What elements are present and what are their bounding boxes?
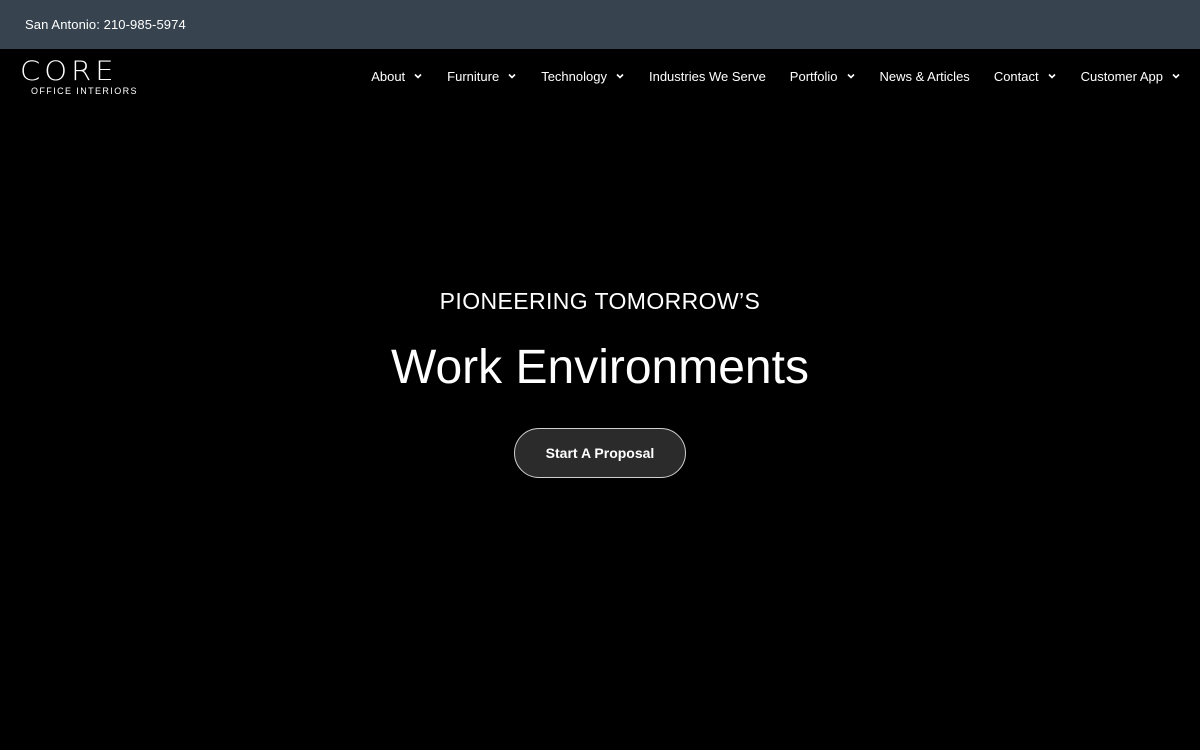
chevron-down-icon [507,71,517,81]
top-bar: San Antonio: 210-985-5974 [0,0,1200,49]
site-header: CORE OFFICE INTERIORS About Furniture Te… [0,49,1200,103]
nav-item-contact[interactable]: Contact [994,69,1057,84]
nav-item-label: Technology [541,68,607,84]
nav-item-furniture[interactable]: Furniture [447,69,517,84]
chevron-down-icon [1171,71,1181,81]
nav-item-label: News & Articles [879,68,970,84]
nav-item-customer-app[interactable]: Customer App [1081,69,1181,84]
chevron-down-icon [413,71,423,81]
chevron-down-icon [846,71,856,81]
nav-item-industries[interactable]: Industries We Serve [649,69,766,84]
site-logo[interactable]: CORE OFFICE INTERIORS [20,56,142,98]
chevron-down-icon [1047,71,1057,81]
nav-item-label: Industries We Serve [648,68,766,84]
chevron-down-icon [615,71,625,81]
nav-item-label: Portfolio [789,68,838,84]
nav-item-news[interactable]: News & Articles [880,69,970,84]
nav-item-portfolio[interactable]: Portfolio [790,69,856,84]
phone-number[interactable]: San Antonio: 210-985-5974 [25,17,186,32]
hero-kicker: PIONEERING TOMORROW’S [439,288,761,314]
main-nav: About Furniture Technology Industries We… [371,49,1181,103]
logo-wordmark: CORE [20,55,118,87]
nav-item-about[interactable]: About [371,69,423,84]
bottom-strip [0,730,1200,750]
logo-subtitle: OFFICE INTERIORS [31,86,138,96]
hero-section: PIONEERING TOMORROW’S Work Environments … [0,103,1200,730]
nav-item-technology[interactable]: Technology [541,69,625,84]
hero-title: Work Environments [391,341,809,394]
start-proposal-button[interactable]: Start A Proposal [514,428,686,478]
nav-item-label: About [371,68,406,84]
nav-item-label: Customer App [1080,68,1163,84]
nav-item-label: Furniture [447,68,500,84]
nav-item-label: Contact [993,68,1039,84]
